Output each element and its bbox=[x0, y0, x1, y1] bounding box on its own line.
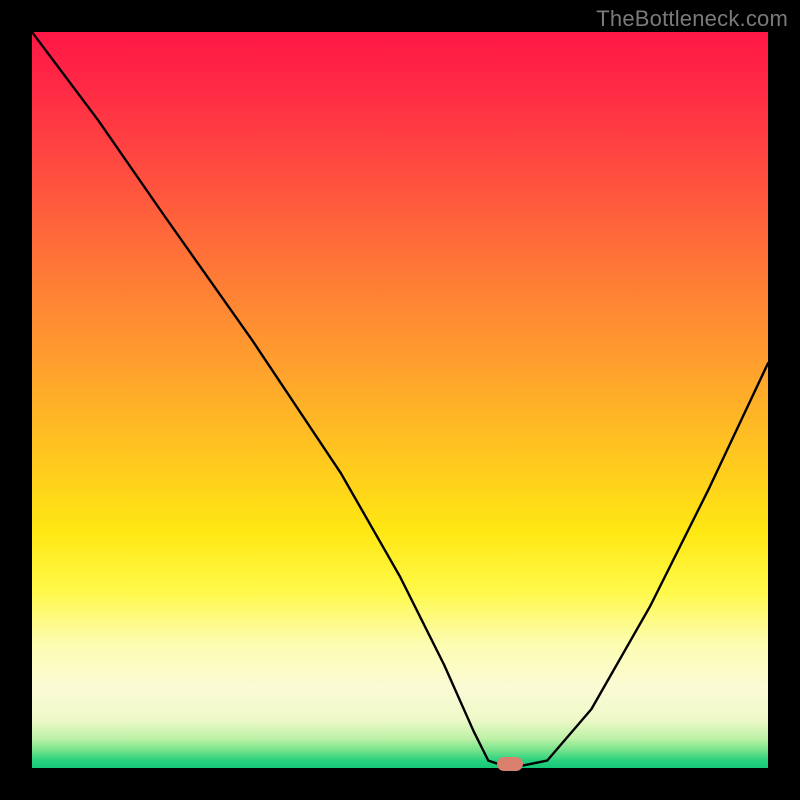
bottleneck-curve bbox=[32, 32, 768, 768]
chart-frame: TheBottleneck.com bbox=[0, 0, 800, 800]
plot-area bbox=[32, 32, 768, 768]
optimal-point-marker bbox=[497, 757, 523, 771]
watermark-text: TheBottleneck.com bbox=[596, 6, 788, 32]
